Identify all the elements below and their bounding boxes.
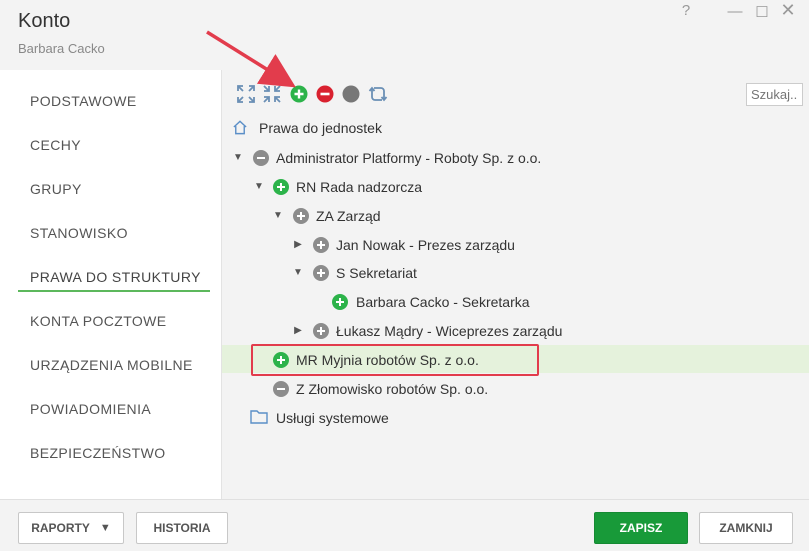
- tree-row: ▶ Jan Nowak - Prezes zarządu: [222, 230, 809, 258]
- sidebar-item-stanowisko[interactable]: STANOWISKO: [30, 225, 128, 241]
- sidebar-item-cechy[interactable]: CECHY: [30, 137, 81, 153]
- refresh-icon[interactable]: [368, 84, 388, 104]
- minus-icon[interactable]: [273, 381, 289, 397]
- sidebar: PODSTAWOWE CECHY GRUPY STANOWISKO PRAWA …: [0, 70, 222, 499]
- caret-down-icon[interactable]: ▼: [292, 266, 304, 278]
- active-tab-indicator: [18, 290, 210, 292]
- save-button[interactable]: ZAPISZ: [594, 512, 688, 544]
- folder-icon: [250, 408, 268, 424]
- dialog-footer: RAPORTY ▼ HISTORIA ZAPISZ ZAMKNIJ: [0, 499, 809, 551]
- tree-row: ▼ ZA Zarząd: [222, 201, 809, 229]
- tree-row: ▼ Administrator Platformy - Roboty Sp. z…: [222, 143, 809, 171]
- reports-button[interactable]: RAPORTY ▼: [18, 512, 124, 544]
- close-button[interactable]: ZAMKNIJ: [699, 512, 793, 544]
- dialog-header: Konto Barbara Cacko ? — ☐ ✕: [0, 0, 809, 70]
- home-icon: [232, 119, 248, 135]
- plus-icon[interactable]: [313, 237, 329, 253]
- plus-icon[interactable]: [273, 179, 289, 195]
- reports-button-label: RAPORTY: [31, 521, 90, 535]
- caret-down-icon: ▼: [99, 522, 111, 534]
- tree-node-label[interactable]: Barbara Cacko - Sekretarka: [356, 294, 530, 310]
- tree-node-label[interactable]: Prawa do jednostek: [259, 120, 382, 136]
- sidebar-item-powiadomienia[interactable]: POWIADOMIENIA: [30, 401, 151, 417]
- tree-row: Z Złomowisko robotów Sp. o.o.: [222, 374, 809, 402]
- tree-node-label[interactable]: Z Złomowisko robotów Sp. o.o.: [296, 381, 488, 397]
- tree-node-label[interactable]: S Sekretariat: [336, 265, 417, 281]
- caret-down-icon[interactable]: ▼: [272, 209, 284, 221]
- tree-row: Barbara Cacko - Sekretarka: [222, 287, 809, 315]
- caret-right-icon[interactable]: ▶: [292, 324, 304, 336]
- grant-icon[interactable]: [289, 84, 309, 104]
- caret-down-icon[interactable]: ▼: [253, 180, 265, 192]
- expand-all-icon[interactable]: [236, 84, 256, 104]
- plus-icon[interactable]: [293, 208, 309, 224]
- close-icon[interactable]: ✕: [778, 0, 798, 21]
- tree-node-label[interactable]: Administrator Platformy - Roboty Sp. z o…: [276, 150, 541, 166]
- tree-row: ▶ Łukasz Mądry - Wiceprezes zarządu: [222, 316, 809, 344]
- tree-row: Prawa do jednostek: [222, 114, 809, 142]
- plus-icon[interactable]: [332, 294, 348, 310]
- sidebar-item-prawa-do-struktury[interactable]: PRAWA DO STRUKTURY: [30, 269, 201, 285]
- tree-row: ▼ S Sekretariat: [222, 258, 809, 286]
- tree-node-label[interactable]: ZA Zarząd: [316, 208, 381, 224]
- dialog-title: Konto: [18, 10, 71, 32]
- tree-node-label[interactable]: Usługi systemowe: [276, 410, 389, 426]
- annotation-highlight-box: [251, 344, 539, 376]
- tree-node-label[interactable]: Jan Nowak - Prezes zarządu: [336, 237, 515, 253]
- tree-row: Usługi systemowe: [222, 403, 809, 431]
- maximize-icon[interactable]: ☐: [752, 3, 772, 21]
- tree-node-label[interactable]: Łukasz Mądry - Wiceprezes zarządu: [336, 323, 562, 339]
- sidebar-item-grupy[interactable]: GRUPY: [30, 181, 82, 197]
- help-icon[interactable]: ?: [676, 2, 696, 19]
- caret-down-icon[interactable]: ▼: [232, 151, 244, 163]
- sidebar-item-bezpieczenstwo[interactable]: BEZPIECZEŃSTWO: [30, 445, 166, 461]
- history-button[interactable]: HISTORIA: [136, 512, 228, 544]
- caret-right-icon[interactable]: ▶: [292, 238, 304, 250]
- plus-icon[interactable]: [313, 323, 329, 339]
- clear-icon[interactable]: [341, 84, 361, 104]
- sidebar-item-konta-pocztowe[interactable]: KONTA POCZTOWE: [30, 313, 167, 329]
- structure-tree: Prawa do jednostek ▼ Administrator Platf…: [222, 114, 809, 499]
- dialog-subtitle: Barbara Cacko: [18, 41, 105, 56]
- tree-node-label[interactable]: RN Rada nadzorcza: [296, 179, 422, 195]
- tree-row: ▼ RN Rada nadzorcza: [222, 172, 809, 200]
- plus-icon[interactable]: [313, 265, 329, 281]
- minus-icon[interactable]: [253, 150, 269, 166]
- revoke-icon[interactable]: [315, 84, 335, 104]
- sidebar-item-podstawowe[interactable]: PODSTAWOWE: [30, 93, 137, 109]
- sidebar-item-urzadzenia-mobilne[interactable]: URZĄDZENIA MOBILNE: [30, 357, 193, 373]
- account-dialog: Konto Barbara Cacko ? — ☐ ✕ PODSTAWOWE C…: [0, 0, 809, 551]
- minimize-icon[interactable]: —: [725, 3, 745, 20]
- search-input[interactable]: [746, 83, 803, 106]
- tree-toolbar: [222, 70, 809, 114]
- collapse-all-icon[interactable]: [262, 84, 282, 104]
